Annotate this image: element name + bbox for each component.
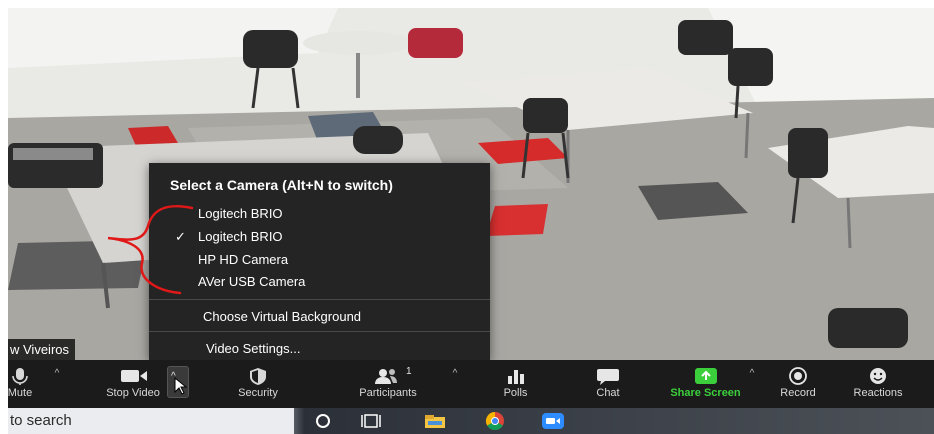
camera-option-logitech-brio-1[interactable]: Logitech BRIO xyxy=(149,203,490,225)
audio-options-caret[interactable]: ^ xyxy=(50,368,64,382)
participants-button[interactable]: 1 Participants xyxy=(343,360,433,408)
menu-item-label: Video Settings... xyxy=(206,341,301,356)
record-icon xyxy=(789,367,807,385)
video-settings-item[interactable]: Video Settings... xyxy=(149,338,490,360)
meeting-toolbar: Mute ^ Stop Video ^ Security 1 Participa… xyxy=(8,360,934,408)
microphone-icon xyxy=(12,368,28,385)
participants-label: Participants xyxy=(359,387,417,399)
camera-option-hp-hd-camera[interactable]: HP HD Camera xyxy=(149,249,490,271)
menu-title: Select a Camera (Alt+N to switch) xyxy=(170,177,393,193)
video-camera-icon xyxy=(121,370,147,382)
security-label: Security xyxy=(238,387,278,399)
camera-option-label: AVer USB Camera xyxy=(198,274,306,289)
share-options-caret[interactable]: ^ xyxy=(745,368,759,382)
smiley-face-icon xyxy=(870,368,886,384)
mouse-pointer-icon xyxy=(174,377,188,395)
participants-icon xyxy=(375,369,397,384)
menu-divider xyxy=(149,299,490,300)
chat-bubble-icon xyxy=(597,369,619,385)
camera-option-logitech-brio-2[interactable]: ✓ Logitech BRIO xyxy=(149,226,490,248)
camera-option-label: Logitech BRIO xyxy=(198,206,283,221)
share-screen-icon xyxy=(695,368,717,384)
reactions-button[interactable]: Reactions xyxy=(848,360,908,408)
screen-photo: w Viveiros Select a Camera (Alt+N to swi… xyxy=(8,8,934,434)
stop-video-button[interactable]: Stop Video xyxy=(88,360,178,408)
choose-virtual-background-item[interactable]: Choose Virtual Background xyxy=(149,306,490,328)
polls-button[interactable]: Polls xyxy=(493,360,538,408)
cortana-circle-icon[interactable] xyxy=(308,411,338,431)
shield-icon xyxy=(250,368,266,385)
reactions-label: Reactions xyxy=(853,387,903,399)
bar-chart-icon xyxy=(508,370,524,384)
menu-item-label: Choose Virtual Background xyxy=(203,309,362,324)
search-placeholder: to search xyxy=(10,412,72,429)
checkmark-icon: ✓ xyxy=(175,229,186,244)
security-button[interactable]: Security xyxy=(223,360,293,408)
select-camera-menu: Select a Camera (Alt+N to switch) Logite… xyxy=(149,163,490,360)
polls-label: Polls xyxy=(503,387,528,399)
participants-options-caret[interactable]: ^ xyxy=(448,368,462,382)
windows-taskbar: to search xyxy=(8,408,934,434)
mute-button[interactable]: Mute xyxy=(8,360,40,408)
stop-video-label: Stop Video xyxy=(106,387,160,399)
share-screen-label: Share Screen xyxy=(670,387,741,399)
camera-option-label: HP HD Camera xyxy=(198,252,289,267)
participants-count: 1 xyxy=(406,366,412,377)
file-explorer-icon[interactable] xyxy=(420,411,450,431)
task-view-icon[interactable] xyxy=(356,411,386,431)
menu-divider xyxy=(149,331,490,332)
chat-button[interactable]: Chat xyxy=(588,360,628,408)
camera-option-label: Logitech BRIO xyxy=(198,229,283,244)
record-button[interactable]: Record xyxy=(773,360,823,408)
chrome-icon[interactable] xyxy=(480,411,510,431)
chat-label: Chat xyxy=(596,387,620,399)
zoom-icon[interactable] xyxy=(538,411,568,431)
mute-label: Mute xyxy=(8,387,33,399)
record-label: Record xyxy=(780,387,816,399)
video-options-caret-button[interactable]: ^ xyxy=(167,366,189,398)
taskbar-search-box[interactable]: to search xyxy=(8,408,294,434)
participant-name-tag: w Viveiros xyxy=(8,339,76,360)
share-screen-button[interactable]: Share Screen xyxy=(663,360,748,408)
camera-option-aver-usb-camera[interactable]: AVer USB Camera xyxy=(149,271,490,293)
